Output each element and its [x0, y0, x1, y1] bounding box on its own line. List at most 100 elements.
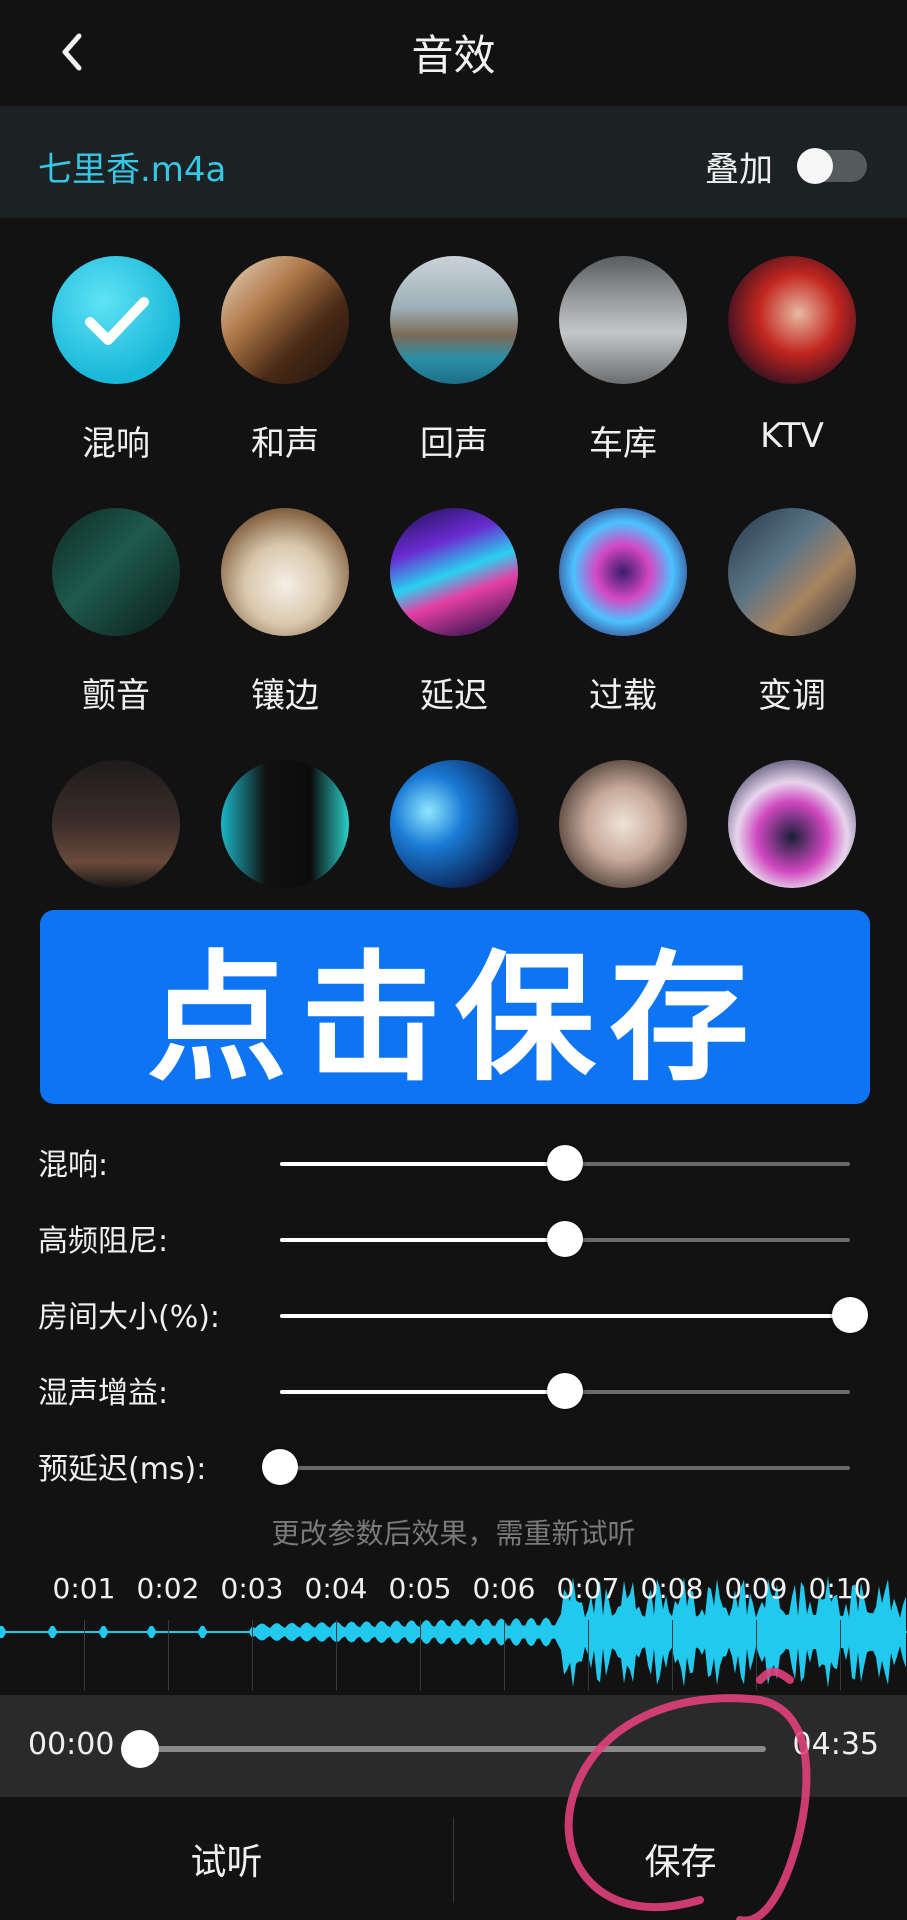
hint-text: 更改参数后效果，需重新试听: [271, 1517, 636, 1550]
effect-thumb: [390, 508, 518, 636]
time-tick-line: [588, 1620, 589, 1690]
effect-label: 镶边: [251, 676, 319, 716]
time-tick-label: 0:02: [136, 1572, 200, 1605]
overlay-toggle[interactable]: [797, 148, 867, 184]
slider-thumb[interactable]: [547, 1373, 583, 1409]
param-slider[interactable]: [280, 1221, 850, 1257]
file-bar: 七里香.m4a 叠加: [0, 106, 907, 218]
banner-text: 点击保存: [146, 938, 763, 1101]
time-tick-label: 0:03: [220, 1572, 284, 1605]
effect-thumb: [52, 508, 180, 636]
time-tick-label: 0:10: [808, 1572, 872, 1605]
effect-echo[interactable]: 回声: [390, 256, 518, 464]
slider-fill: [280, 1162, 565, 1166]
param-label: 湿声增益:: [38, 1376, 169, 1411]
effect-item[interactable]: [559, 760, 687, 888]
total-time: 04:35: [792, 1727, 879, 1762]
current-time: 00:00: [28, 1727, 115, 1762]
save-hint-banner: 点击保存: [40, 910, 870, 1104]
param-row: 高频阻尼:: [0, 1206, 907, 1266]
time-tick-line: [672, 1620, 673, 1690]
effect-ktv[interactable]: KTV: [728, 256, 856, 456]
effect-item[interactable]: [728, 760, 856, 888]
effect-thumb: [52, 256, 180, 384]
effect-label: 车库: [589, 424, 657, 464]
time-tick-label: 0:04: [304, 1572, 368, 1605]
effect-label: 回声: [420, 424, 488, 464]
effect-tremolo[interactable]: 颤音: [52, 508, 180, 716]
param-row: 预延迟(ms):: [0, 1434, 907, 1494]
effect-label: 变调: [758, 676, 826, 716]
playback-slider[interactable]: [121, 1730, 766, 1768]
check-icon: [85, 297, 149, 345]
time-tick-line: [504, 1620, 505, 1690]
param-label: 混响:: [38, 1148, 109, 1183]
param-slider[interactable]: [280, 1297, 868, 1333]
time-tick-line: [756, 1620, 757, 1690]
param-slider[interactable]: [280, 1373, 850, 1409]
playback-thumb[interactable]: [121, 1730, 159, 1768]
param-label: 预延迟(ms):: [38, 1452, 207, 1487]
effect-flanger[interactable]: 镶边: [221, 508, 349, 716]
param-row: 混响:: [0, 1130, 907, 1190]
time-tick-label: 0:09: [724, 1572, 788, 1605]
effect-delay[interactable]: 延迟: [390, 508, 518, 716]
page-title: 音效: [411, 31, 496, 80]
effect-garage[interactable]: 车库: [559, 256, 687, 464]
preview-button[interactable]: 试听: [0, 1797, 453, 1920]
time-tick-line: [84, 1620, 85, 1690]
effect-label: 过载: [589, 676, 657, 716]
effect-reverb[interactable]: 混响: [52, 256, 180, 464]
time-tick-label: 0:07: [556, 1572, 620, 1605]
time-tick-line: [840, 1620, 841, 1690]
param-label: 房间大小(%):: [38, 1300, 221, 1335]
slider-fill: [280, 1238, 565, 1242]
slider-thumb[interactable]: [262, 1449, 298, 1485]
param-row: 房间大小(%):: [0, 1282, 907, 1342]
param-slider[interactable]: [262, 1449, 850, 1485]
effect-pitch[interactable]: 变调: [728, 508, 856, 716]
effect-label: KTV: [760, 416, 824, 456]
effect-thumb: [728, 760, 856, 888]
slider-fill: [280, 1390, 565, 1394]
effect-harmony[interactable]: 和声: [221, 256, 349, 464]
slider-thumb[interactable]: [832, 1297, 868, 1333]
param-row: 湿声增益:: [0, 1358, 907, 1418]
effect-thumb: [728, 508, 856, 636]
playback-bar: 00:00 04:35: [0, 1695, 907, 1797]
effect-label: 混响: [82, 424, 150, 464]
effect-thumb: [559, 256, 687, 384]
slider-thumb[interactable]: [547, 1145, 583, 1181]
effect-thumb: [52, 760, 180, 888]
effect-thumb: [221, 508, 349, 636]
effect-thumb: [728, 256, 856, 384]
time-tick-line: [252, 1620, 253, 1690]
effect-thumb: [559, 508, 687, 636]
effect-thumb: [390, 760, 518, 888]
time-tick-line: [336, 1620, 337, 1690]
time-tick-line: [420, 1620, 421, 1690]
effect-item[interactable]: [52, 760, 180, 888]
bottom-actions: 试听 保存: [0, 1797, 907, 1920]
waveform-timeline[interactable]: 0:01 0:02 0:03 0:04 0:05 0:06 0:07 0:08 0:09 0:10: [0, 1562, 907, 1692]
effect-thumb: [559, 760, 687, 888]
slider-thumb[interactable]: [547, 1221, 583, 1257]
effect-item[interactable]: [390, 760, 518, 888]
time-tick-label: 0:05: [388, 1572, 452, 1605]
param-slider[interactable]: [280, 1145, 850, 1181]
slider-fill: [280, 1314, 850, 1318]
time-tick-label: 0:08: [640, 1572, 704, 1605]
overlay-label: 叠加: [705, 150, 773, 190]
save-button[interactable]: 保存: [454, 1797, 907, 1920]
time-tick-label: 0:01: [52, 1572, 116, 1605]
effect-thumb: [221, 760, 349, 888]
effect-thumb: [221, 256, 349, 384]
effect-label: 和声: [251, 424, 319, 464]
time-tick-label: 0:06: [472, 1572, 536, 1605]
effect-item[interactable]: [221, 760, 349, 888]
toggle-knob: [797, 148, 833, 184]
time-tick-line: [168, 1620, 169, 1690]
effect-overdrive[interactable]: 过载: [559, 508, 687, 716]
file-name: 七里香.m4a: [38, 150, 227, 190]
effect-thumb: [390, 256, 518, 384]
